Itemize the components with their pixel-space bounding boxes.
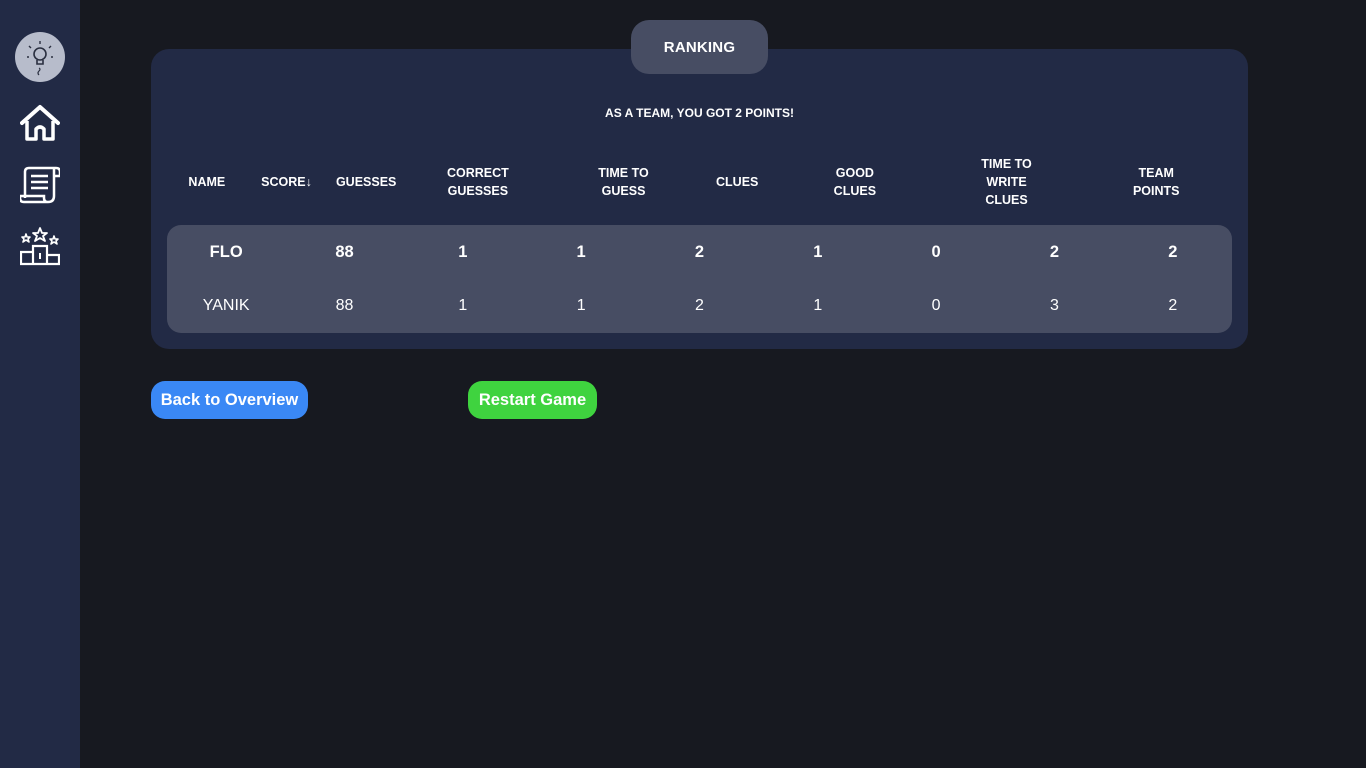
- cell-guesses: 1: [458, 242, 468, 261]
- cell-guesses: 1: [458, 297, 468, 314]
- column-header-good-clues: GOOD CLUES: [833, 166, 877, 198]
- scroll-icon[interactable]: [18, 164, 62, 204]
- column-header-name: NAME: [188, 175, 226, 189]
- cell-clues: 1: [813, 297, 823, 314]
- ranking-tab: RANKING: [631, 20, 768, 74]
- column-header-score[interactable]: SCORE↓: [247, 152, 327, 212]
- lightbulb-logo-icon[interactable]: [15, 32, 65, 82]
- table-header: NAME SCORE↓ GUESSES CORRECT GUESSES TIME…: [167, 152, 1232, 212]
- cell-time-to-guess: 2: [695, 297, 704, 314]
- cell-team-points: 2: [1168, 297, 1178, 314]
- cell-time-to-guess: 2: [694, 242, 705, 261]
- back-to-overview-button[interactable]: Back to Overview: [151, 381, 308, 419]
- column-header-clues: CLUES: [716, 175, 759, 189]
- cell-clues: 1: [813, 242, 823, 261]
- cell-good-clues: 0: [931, 297, 941, 314]
- column-header-team-points: TEAM POINTS: [1132, 166, 1180, 198]
- cell-score: 88: [335, 242, 354, 261]
- cell-name: YANIK: [202, 297, 250, 314]
- ranking-table-body: FLO 88 1 1 2 1 0 2 2 YANIK 88 1 1 2 1 0 …: [167, 225, 1232, 333]
- cell-name: FLO: [209, 242, 243, 261]
- restart-game-button[interactable]: Restart Game: [468, 381, 597, 419]
- cell-correct-guesses: 1: [576, 297, 586, 314]
- cell-time-to-write-clues: 3: [1050, 297, 1059, 314]
- table-row: YANIK 88 1 1 2 1 0 3 2: [167, 279, 1232, 333]
- cell-team-points: 2: [1168, 242, 1178, 261]
- home-icon[interactable]: [20, 103, 60, 143]
- column-header-correct-guesses: CORRECT GUESSES: [446, 166, 509, 198]
- column-header-time-to-guess: TIME TO GUESS: [598, 166, 649, 198]
- column-header-time-to-write-clues: TIME TO WRITE CLUES: [981, 157, 1032, 207]
- cell-score: 88: [335, 297, 354, 314]
- table-row: FLO 88 1 1 2 1 0 2 2: [167, 225, 1232, 279]
- cell-correct-guesses: 1: [576, 242, 586, 261]
- sidebar: [0, 0, 80, 768]
- cell-good-clues: 0: [931, 242, 941, 261]
- column-header-guesses: GUESSES: [335, 175, 397, 189]
- team-points-message: AS A TEAM, YOU GOT 2 POINTS!: [605, 106, 794, 120]
- cell-time-to-write-clues: 2: [1049, 242, 1060, 261]
- podium-icon[interactable]: [19, 226, 61, 266]
